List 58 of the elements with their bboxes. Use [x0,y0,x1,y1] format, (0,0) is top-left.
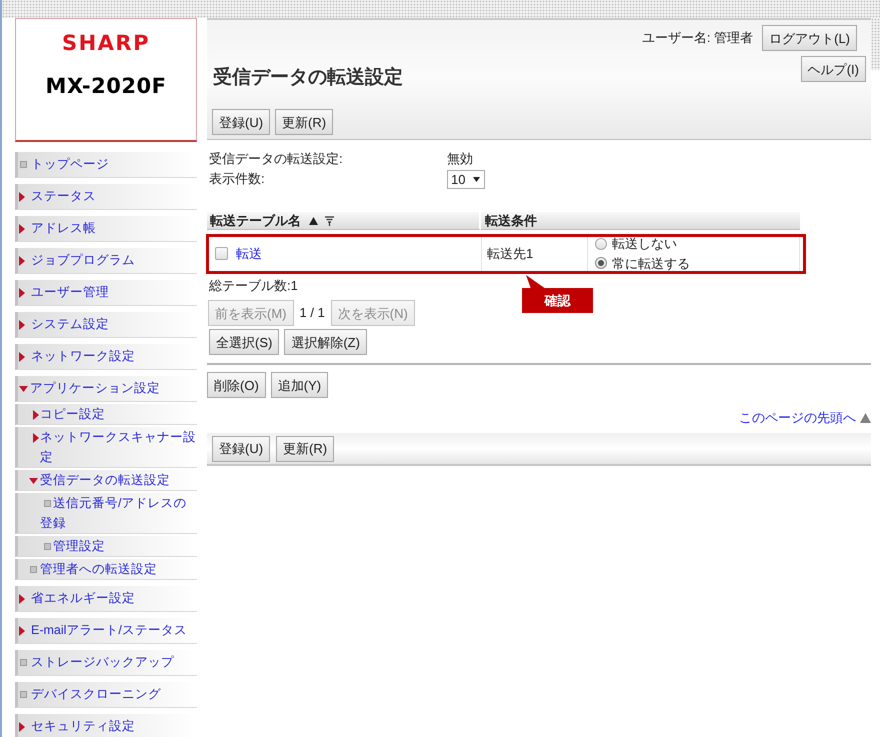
sort-ascending-icon[interactable] [309,216,318,224]
nav-item[interactable]: コピー設定 [15,404,197,425]
page-size-select[interactable]: 10 [447,170,485,189]
nav-item[interactable]: システム設定 [15,312,197,338]
add-button[interactable]: 追加(Y) [270,372,328,398]
user-name-label: ユーザー名: 管理者 [642,29,754,48]
model-name: MX-2020F [46,76,166,97]
table-name-link[interactable]: 転送 [236,244,262,264]
setting-value: 無効 [447,150,473,168]
nav-item[interactable]: 受信データの転送設定 [15,470,197,491]
caret-down-icon [473,177,480,182]
nav-item[interactable]: ネットワークスキャナー設定 [15,427,197,468]
register-button[interactable]: 登録(U) [212,436,270,462]
nav-item[interactable]: アプリケーション設定 [15,376,197,402]
radio-button[interactable] [595,238,607,250]
square-bullet-icon [20,161,27,168]
page-title: 受信データの転送設定 [213,67,403,89]
delete-button[interactable]: 削除(O) [207,372,266,398]
setting-label: 受信データの転送設定: [209,150,344,168]
brand-logo: SHARP [62,33,150,54]
square-bullet-icon [30,566,37,574]
help-button[interactable]: ヘルプ(I) [800,56,866,82]
column-header: 転送条件 [481,212,800,230]
nav-item[interactable]: ストレージバックアップ [15,650,197,676]
square-bullet-icon [20,691,27,698]
setting-label: 表示件数: [209,170,266,188]
nav-item[interactable]: 管理者への転送設定 [15,559,197,580]
nav-item[interactable]: トップページ [15,152,197,178]
refresh-button[interactable]: 更新(R) [276,436,334,462]
square-bullet-icon [44,500,51,508]
nav-item[interactable]: ジョブプログラム [15,248,197,274]
radio-label: 常に転送する [612,254,690,272]
refresh-button[interactable]: 更新(R) [275,109,334,135]
radio-button[interactable] [595,257,607,270]
nav-item[interactable]: E-mailアラート/ステータス [15,618,197,644]
nav-item[interactable]: アドレス帳 [15,216,197,242]
select-all-button[interactable]: 全選択(S) [209,329,280,355]
nav-item[interactable]: 管理設定 [15,536,197,557]
page-indicator: 1 / 1 [300,304,325,322]
table-cell: 転送先1 [481,234,587,273]
table-count: 総テーブル数:1 [208,277,298,295]
nav-item[interactable]: 送信元番号/アドレスの登録 [15,493,197,534]
logout-button[interactable]: ログアウト(L) [762,25,857,51]
square-bullet-icon [20,659,27,666]
nav-item[interactable]: 省エネルギー設定 [15,586,197,612]
radio-label: 転送しない [612,235,677,253]
register-button[interactable]: 登録(U) [212,109,270,135]
nav-item[interactable]: ユーザー管理 [15,280,197,306]
row-checkbox[interactable] [215,247,228,260]
triangle-up-icon[interactable] [860,413,871,423]
nav-item[interactable]: デバイスクローニング [15,682,197,708]
filter-icon[interactable] [325,216,334,226]
page-top-link[interactable]: このページの先頭へ [739,409,856,427]
nav-item[interactable]: ネットワーク設定 [15,344,197,370]
column-header[interactable]: 転送テーブル名 [207,212,481,230]
square-bullet-icon [44,543,51,550]
deselect-all-button[interactable]: 選択解除(Z) [284,329,367,355]
nav-item[interactable]: ステータス [15,184,197,210]
